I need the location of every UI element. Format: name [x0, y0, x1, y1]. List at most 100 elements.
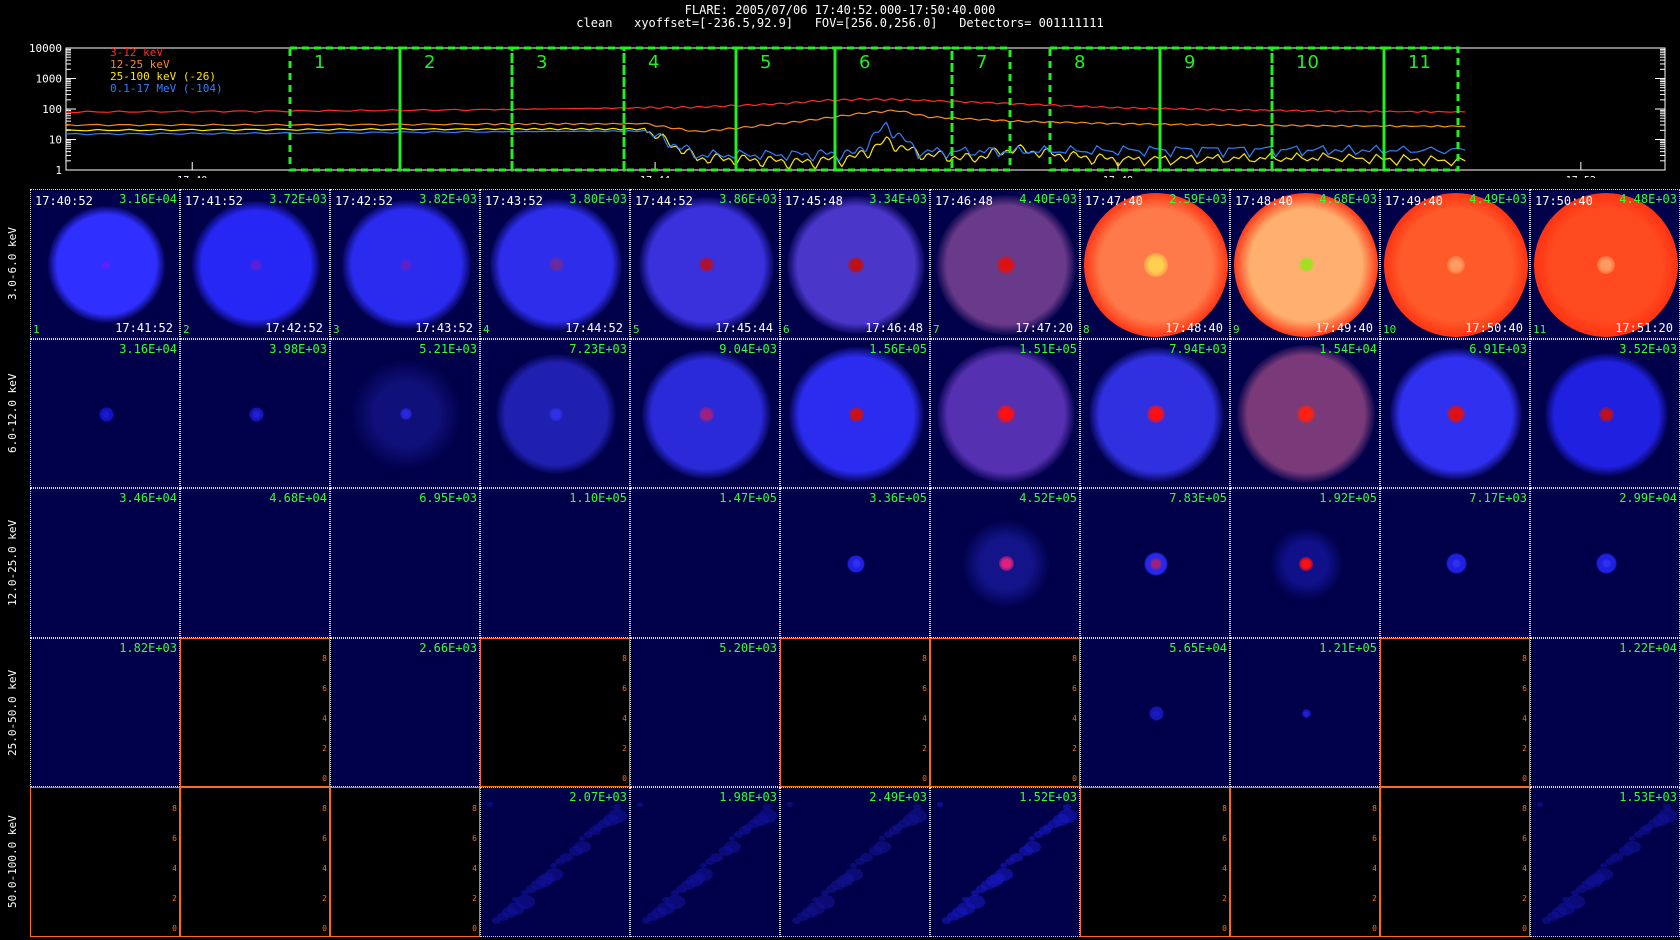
image-cell: 17:49:40 17:50:40 10 4.49E+03 — [1380, 189, 1530, 339]
image-cell: 17:47:40 17:48:40 8 2.59E+03 — [1080, 189, 1230, 339]
image-cell: 7.94E+03 — [1080, 338, 1230, 489]
start-time: 17:50:40 — [1535, 194, 1593, 208]
image-cell: 17:43:52 17:44:52 4 3.80E+03 — [480, 189, 630, 339]
source-core — [1299, 557, 1313, 571]
noise-blob — [913, 804, 921, 810]
peak-value: 2.99E+04 — [1619, 491, 1677, 506]
interval-label: 11 — [1408, 52, 1431, 73]
image-cell: 3.16E+04 — [30, 338, 180, 489]
peak-value: 6.95E+03 — [419, 491, 477, 506]
axis-tick-label: 2 — [322, 893, 327, 903]
y-tick-label: 10 — [49, 134, 62, 147]
x-tick-label: 17:48 — [1103, 175, 1133, 178]
interval-label: 9 — [1184, 52, 1195, 73]
peak-value: 1.47E+05 — [719, 491, 777, 506]
peak-value: 1.10E+05 — [569, 491, 627, 506]
image-cell: 4.52E+05 — [930, 488, 1080, 638]
noise-blob — [1039, 826, 1051, 835]
interval-label: 8 — [1074, 52, 1085, 73]
interval-label: 2 — [424, 52, 435, 73]
noise-blob — [1624, 841, 1641, 854]
image-cell: 6.95E+03 — [330, 488, 480, 638]
interval-label: 10 — [1296, 52, 1319, 73]
image-cell: 17:41:52 17:42:52 2 3.72E+03 — [180, 189, 330, 339]
peak-value: 3.80E+03 — [569, 192, 627, 206]
start-time: 17:46:48 — [935, 194, 993, 208]
image-index: 1 — [33, 322, 40, 336]
peak-value: 4.40E+03 — [1019, 192, 1077, 206]
image-cell: 2.99E+04 — [1530, 488, 1680, 638]
peak-value: 7.94E+03 — [1169, 341, 1227, 356]
energy-band-label: 25.0-50.0 keV — [6, 669, 19, 756]
peak-value: 5.65E+04 — [1169, 640, 1227, 655]
image-cell: 3.46E+04 — [30, 488, 180, 638]
axis-tick-label: 4 — [172, 863, 177, 873]
axis-tick-label: 8 — [1522, 803, 1527, 813]
noise-blob — [1058, 809, 1077, 823]
noise-blob — [1586, 875, 1603, 888]
noise-blob — [879, 836, 885, 841]
image-cell: 0 2 4 6 8 — [180, 787, 330, 937]
start-time: 17:48:40 — [1235, 194, 1293, 208]
image-cell: 6.91E+03 — [1380, 338, 1530, 489]
peak-value: 3.46E+04 — [119, 491, 177, 506]
interval-box — [734, 46, 837, 172]
image-index: 9 — [1233, 322, 1240, 336]
axis-tick-label: 6 — [922, 684, 927, 694]
peak-value: 3.16E+04 — [119, 192, 177, 206]
noise-blob — [1537, 802, 1543, 807]
noise-blob — [807, 902, 825, 915]
axis-tick-label: 8 — [1072, 654, 1077, 664]
peak-value: 1.22E+04 — [1619, 640, 1677, 655]
start-time: 17:45:48 — [785, 194, 843, 208]
x-tick-label: 17:52 — [1566, 175, 1596, 178]
noise-blob — [957, 902, 975, 915]
axis-tick-label: 6 — [622, 684, 627, 694]
axis-tick-label: 4 — [472, 863, 477, 873]
image-cell: 2.66E+03 — [330, 637, 480, 788]
noise-blob — [739, 826, 751, 835]
image-cell: 0 2 4 6 8 — [180, 637, 330, 788]
axis-tick-label: 0 — [472, 923, 477, 933]
noise-blob — [686, 875, 703, 888]
image-cell: 1.10E+05 — [480, 488, 630, 638]
image-cell: 1.56E+05 — [780, 338, 930, 489]
image-cell: 0 2 4 6 8 — [1380, 637, 1530, 788]
image-cell: 1.21E+05 — [1230, 637, 1380, 788]
peak-value: 3.34E+03 — [869, 192, 927, 206]
peak-value: 3.52E+03 — [1619, 341, 1677, 356]
image-cell: 0 2 4 6 8 — [780, 637, 930, 788]
peak-value: 1.51E+05 — [1019, 341, 1077, 356]
source-core — [400, 258, 412, 271]
peak-value: 2.07E+03 — [569, 790, 627, 805]
axis-tick-label: 4 — [922, 714, 927, 724]
start-time: 17:43:52 — [485, 194, 543, 208]
image-cell: 17:42:52 17:43:52 3 3.82E+03 — [330, 189, 480, 339]
peak-value: 1.53E+03 — [1619, 790, 1677, 805]
axis-tick-label: 4 — [1522, 714, 1527, 724]
noise-blob — [589, 826, 601, 835]
image-cell: 7.17E+03 — [1380, 488, 1530, 638]
image-cell: 2.49E+03 — [780, 787, 930, 937]
image-cell: 5.21E+03 — [330, 338, 480, 489]
peak-value: 4.68E+04 — [269, 491, 327, 506]
start-time: 17:44:52 — [635, 194, 693, 208]
series-line — [65, 121, 1466, 163]
image-cell: 5.65E+04 — [1080, 637, 1230, 788]
axis-tick-label: 8 — [1222, 803, 1227, 813]
noise-blob — [1557, 902, 1575, 915]
image-cell: 9.04E+03 — [630, 338, 780, 489]
axis-tick-label: 8 — [622, 654, 627, 664]
lightcurve-plot: 10000100010010117:4017:4417:4817:523-12 … — [29, 42, 1666, 178]
interval-label: 3 — [536, 52, 547, 73]
axis-tick-label: 8 — [322, 803, 327, 813]
image-index: 5 — [633, 322, 640, 336]
noise-blob — [657, 902, 675, 915]
axis-tick-label: 0 — [1072, 774, 1077, 784]
axis-tick-label: 4 — [1522, 863, 1527, 873]
axis-tick-label: 8 — [1372, 803, 1377, 813]
image-cell: 0 2 4 6 8 — [330, 787, 480, 937]
peak-value: 1.54E+04 — [1319, 341, 1377, 356]
interval-label: 7 — [976, 52, 987, 73]
axis-tick-label: 6 — [172, 833, 177, 843]
